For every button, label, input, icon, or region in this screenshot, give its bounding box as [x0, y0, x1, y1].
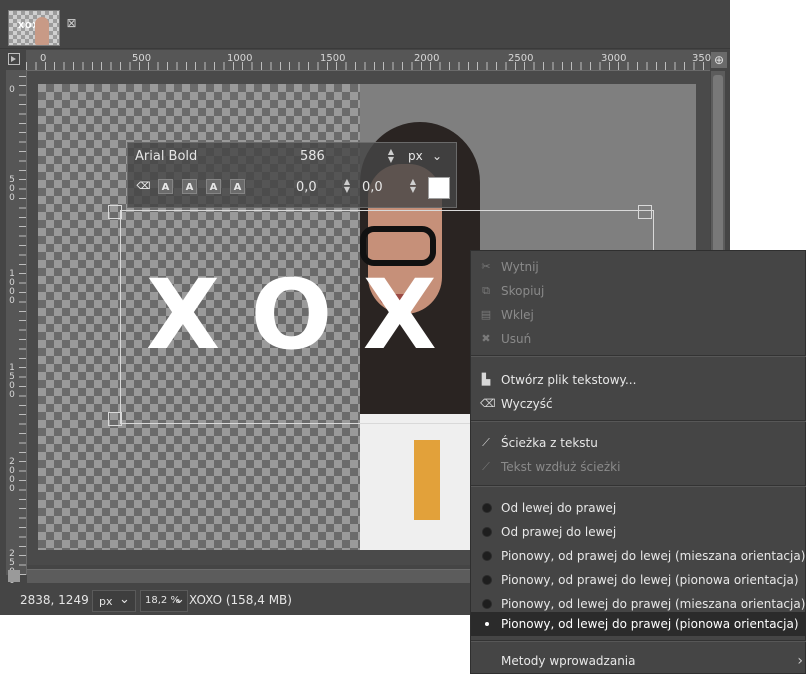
navigate-icon[interactable] [8, 570, 20, 582]
ruler-label: 2500 [508, 53, 534, 64]
clear-icon: ⌫ [480, 397, 496, 410]
menu-item-label: Pionowy, od prawej do lewej (pionowa ori… [501, 573, 799, 587]
chevron-down-icon[interactable]: ⌄ [432, 149, 442, 163]
zoom-select[interactable]: 18,2 % ⌄ [140, 590, 188, 612]
menu-item-delete[interactable]: ✖ Usuń [471, 327, 806, 351]
radio-off-icon [482, 599, 492, 609]
strikethrough-button[interactable]: A [230, 179, 245, 194]
font-unit-select[interactable]: px [408, 149, 423, 163]
radio-off-icon [482, 551, 492, 561]
menu-item-label: Usuń [501, 332, 532, 346]
menu-item-path-from-text[interactable]: ⟋ Ścieżka z tekstu [471, 431, 806, 455]
unit-select[interactable]: px ⌄ [92, 590, 136, 612]
pointer-coordinates: 2838, 1249 [20, 593, 89, 607]
menu-item-label: Skopiuj [501, 284, 545, 298]
unit-value: px [99, 595, 113, 608]
paste-icon: ▤ [480, 308, 492, 321]
delete-icon: ✖ [481, 332, 491, 345]
scissors-icon: ✂ [481, 260, 491, 273]
on-canvas-text-toolbar: Arial Bold 586 ▲ ▼ px ⌄ ⌫ A A A A 0,0 ▲ ▼ … [127, 142, 457, 208]
image-info-text: XOXO (158,4 MB) [189, 593, 292, 607]
text-color-swatch[interactable] [428, 177, 450, 199]
menu-item-cut[interactable]: ✂ Wytnij [471, 255, 806, 279]
text-box-handle-top-left[interactable] [108, 205, 122, 219]
ruler-label: 1000 [9, 269, 15, 306]
radio-on-icon [482, 619, 492, 629]
menu-item-clear[interactable]: ⌫ Wyczyść [471, 392, 806, 416]
radio-off-icon [482, 575, 492, 585]
baseline-field[interactable]: 0,0 [296, 180, 317, 195]
menu-item-label: Wyczyść [501, 397, 553, 411]
image-tab-thumbnail[interactable]: XOXO [8, 10, 60, 46]
ruler-label: 1000 [227, 53, 253, 64]
ruler-label: 3000 [601, 53, 627, 64]
menu-item-open-text-file[interactable]: ▙ Otwórz plik tekstowy... [471, 368, 806, 392]
menu-item-label: Ścieżka z tekstu [501, 436, 598, 450]
text-along-path-icon: ⟋ [482, 460, 490, 473]
text-context-menu: ✂ Wytnij ⧉ Skopiuj ▤ Wklej ✖ Usuń ▙ Otwó… [470, 250, 806, 674]
menu-separator [471, 355, 806, 357]
chevron-down-icon: ⌄ [174, 592, 185, 607]
open-file-icon: ▙ [481, 373, 491, 386]
photo-jacket [414, 440, 440, 520]
ruler-label: 2000 [9, 457, 15, 494]
text-box-handle-bottom-left[interactable] [108, 412, 122, 426]
menu-separator [471, 420, 806, 422]
kerning-field[interactable]: 0,0 [362, 180, 383, 195]
ruler-label: 500 [132, 53, 152, 64]
ruler-label: 1500 [9, 363, 15, 400]
font-size-field[interactable]: 586 [300, 149, 325, 164]
close-tab-icon[interactable]: ⊠ [66, 17, 77, 29]
menu-item-direction-ttb-rtl-upright[interactable]: Pionowy, od prawej do lewej (pionowa ori… [471, 568, 806, 592]
menu-item-direction-ttb-rtl-mixed[interactable]: Pionowy, od prawej do lewej (mieszana or… [471, 544, 806, 568]
menu-item-label: Pionowy, od lewej do prawej (pionowa ori… [501, 617, 799, 631]
menu-item-direction-rtl[interactable]: Od prawej do lewej [471, 520, 806, 544]
quick-mask-toggle-icon[interactable] [8, 53, 20, 65]
menu-separator [471, 640, 806, 642]
menu-item-text-along-path[interactable]: ⟋ Tekst wzdłuż ścieżki [471, 455, 806, 479]
menu-item-label: Wytnij [501, 260, 539, 274]
ruler-label: 500 [9, 175, 15, 203]
menu-item-label: Wklej [501, 308, 534, 322]
ruler-label: 2000 [414, 53, 440, 64]
text-box-handle-top-right[interactable] [638, 205, 652, 219]
zoom-to-fit-icon[interactable]: ⊕ [711, 52, 727, 68]
radio-off-icon [482, 527, 492, 537]
menu-item-direction-ttb-ltr-upright[interactable]: Pionowy, od lewej do prawej (pionowa ori… [471, 612, 806, 636]
menu-item-label: Pionowy, od prawej do lewej (mieszana or… [501, 549, 806, 563]
radio-off-icon [482, 503, 492, 513]
copy-icon: ⧉ [482, 284, 490, 297]
menu-item-label: Tekst wzdłuż ścieżki [501, 460, 621, 474]
ruler-label: 350 [692, 53, 712, 64]
menu-item-direction-ltr[interactable]: Od lewej do prawej [471, 496, 806, 520]
menu-item-input-methods[interactable]: Metody wprowadzania › [471, 649, 806, 673]
menu-item-label: Od lewej do prawej [501, 501, 617, 515]
kerning-spinner-icon[interactable]: ▲ ▼ [408, 178, 418, 196]
bold-button[interactable]: A [158, 179, 173, 194]
chevron-down-icon: ⌄ [119, 592, 130, 607]
path-from-text-icon: ⟋ [482, 436, 490, 449]
ruler-label: 0 [40, 53, 47, 64]
clear-style-icon[interactable]: ⌫ [136, 179, 151, 194]
ruler-label: 0 [9, 85, 15, 95]
font-name-field[interactable]: Arial Bold [135, 149, 197, 164]
font-size-spinner-icon[interactable]: ▲ ▼ [386, 148, 396, 166]
italic-button[interactable]: A [182, 179, 197, 194]
menu-item-label: Metody wprowadzania [501, 654, 636, 668]
menu-item-paste[interactable]: ▤ Wklej [471, 303, 806, 327]
vertical-ruler-ticks [19, 70, 26, 575]
menu-separator [471, 485, 806, 487]
menu-item-label: Od prawej do lewej [501, 525, 617, 539]
menu-item-label: Otwórz plik tekstowy... [501, 373, 637, 387]
thumbnail-photo [35, 17, 49, 45]
ruler-label: 1500 [320, 53, 346, 64]
image-tab-bar: XOXO ⊠ [0, 0, 730, 49]
underline-button[interactable]: A [206, 179, 221, 194]
baseline-spinner-icon[interactable]: ▲ ▼ [342, 178, 352, 196]
chevron-right-icon: › [797, 653, 803, 669]
menu-item-copy[interactable]: ⧉ Skopiuj [471, 279, 806, 303]
